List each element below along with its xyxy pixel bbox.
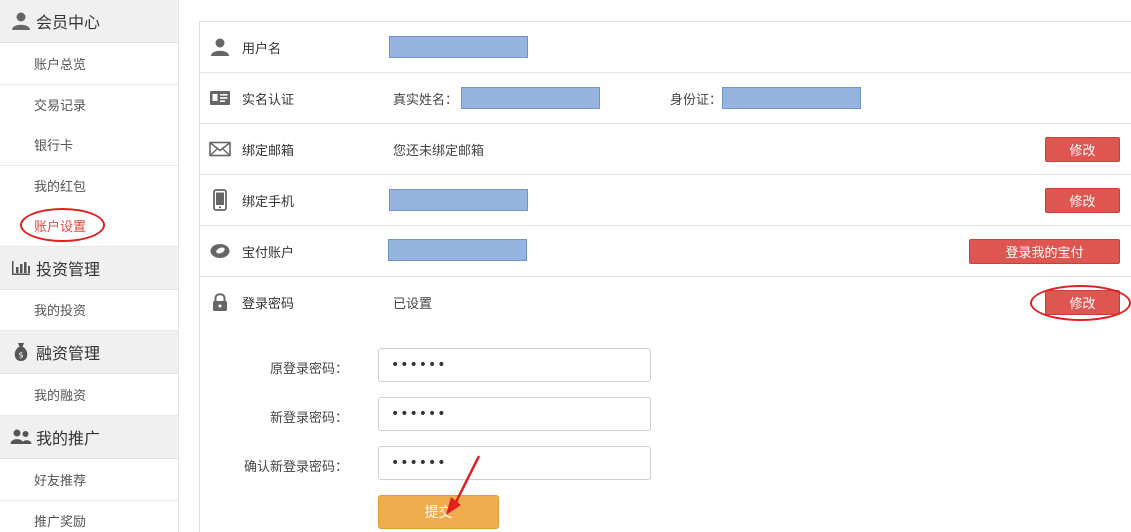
old-password-input[interactable] <box>378 348 651 382</box>
row-label: 绑定邮箱 <box>242 143 295 159</box>
row-realname: 实名认证 真实姓名： 身份证： <box>200 73 1131 124</box>
baofu-logo-icon <box>209 239 231 263</box>
sidebar-item-label: 我的红包 <box>34 180 87 196</box>
sidebar-item-label: 交易记录 <box>34 99 87 115</box>
sidebar-section-promotion[interactable]: 我的推广 <box>0 416 178 459</box>
row-login-password: 登录密码 已设置 修改 <box>200 277 1131 328</box>
sidebar-item-account-settings[interactable]: 账户设置 <box>0 206 178 247</box>
sidebar-item-label: 我的融资 <box>34 389 87 405</box>
money-bag-icon: $ <box>10 342 32 362</box>
user-icon <box>209 35 231 59</box>
row-label: 实名认证 <box>242 92 295 108</box>
sidebar-item-label: 好友推荐 <box>34 474 87 490</box>
bar-chart-icon <box>10 258 32 278</box>
submit-button[interactable]: 提交 <box>378 495 499 529</box>
row-baofu-account: 宝付账户 登录我的宝付 <box>200 226 1131 277</box>
sidebar-section-investment[interactable]: 投资管理 <box>0 247 178 290</box>
password-status: 已设置 <box>393 297 433 312</box>
id-card-icon <box>209 86 231 110</box>
sidebar-section-financing[interactable]: $ 融资管理 <box>0 331 178 374</box>
sidebar-item-label: 账户总览 <box>34 58 87 74</box>
sidebar-item-transactions[interactable]: 交易记录 <box>0 85 178 126</box>
redacted-id-number <box>722 87 861 109</box>
sidebar-section-title: 我的推广 <box>36 429 101 448</box>
new-password-label: 新登录密码： <box>269 411 348 426</box>
row-label: 绑定手机 <box>242 194 295 210</box>
redacted-phone-number <box>389 189 528 211</box>
sidebar-section-title: 投资管理 <box>36 260 101 279</box>
real-name-label: 真实姓名： <box>393 92 459 108</box>
row-phone: 绑定手机 修改 <box>200 175 1131 226</box>
sidebar-item-label: 账户设置 <box>34 220 87 236</box>
sidebar-item-label: 我的投资 <box>34 304 87 320</box>
sidebar-section-title: 融资管理 <box>36 344 101 363</box>
row-label: 登录密码 <box>242 297 295 312</box>
edit-password-button[interactable]: 修改 <box>1045 290 1120 315</box>
sidebar-section-member-center[interactable]: 会员中心 <box>0 0 178 43</box>
sidebar-item-friend-referral[interactable]: 好友推荐 <box>0 460 178 501</box>
row-email: 绑定邮箱 您还未绑定邮箱 修改 <box>200 124 1131 175</box>
user-icon <box>10 11 32 31</box>
row-label: 宝付账户 <box>242 245 295 261</box>
sidebar-section-title: 会员中心 <box>36 13 101 32</box>
new-password-input[interactable] <box>378 397 651 431</box>
sidebar-item-bank-card[interactable]: 银行卡 <box>0 125 178 166</box>
sidebar-item-promotion-reward[interactable]: 推广奖励 <box>0 501 178 532</box>
edit-email-button[interactable]: 修改 <box>1045 137 1120 162</box>
svg-text:$: $ <box>18 351 23 360</box>
sidebar-item-red-packet[interactable]: 我的红包 <box>0 166 178 207</box>
sidebar-item-label: 银行卡 <box>34 139 74 155</box>
id-number-label: 身份证： <box>670 92 723 108</box>
row-username: 用户名 <box>200 22 1131 73</box>
sidebar-item-my-financing[interactable]: 我的融资 <box>0 375 178 416</box>
mobile-phone-icon <box>209 188 231 212</box>
redacted-real-name <box>461 87 600 109</box>
row-label: 用户名 <box>242 41 282 57</box>
sidebar-item-account-overview[interactable]: 账户总览 <box>0 44 178 85</box>
group-icon <box>10 427 32 447</box>
redacted-username <box>389 36 528 58</box>
edit-phone-button[interactable]: 修改 <box>1045 188 1120 213</box>
confirm-password-label: 确认新登录密码： <box>243 460 348 475</box>
account-settings-panel: 用户名 实名认证 真实姓名： 身份证： 绑定邮箱 您还未绑定邮箱 修改 绑定手机… <box>199 21 1131 532</box>
sidebar-item-label: 推广奖励 <box>34 515 87 531</box>
redacted-baofu-account <box>388 239 527 261</box>
sidebar-item-my-investment[interactable]: 我的投资 <box>0 290 178 331</box>
email-status: 您还未绑定邮箱 <box>393 143 485 159</box>
lock-icon <box>209 290 231 314</box>
envelope-icon <box>209 137 231 161</box>
old-password-label: 原登录密码： <box>269 362 348 377</box>
login-baofu-button[interactable]: 登录我的宝付 <box>969 239 1120 264</box>
confirm-password-input[interactable] <box>378 446 651 480</box>
sidebar: 会员中心 账户总览 交易记录 银行卡 我的红包 账户设置 投资管理 我的投资 $… <box>0 0 179 532</box>
